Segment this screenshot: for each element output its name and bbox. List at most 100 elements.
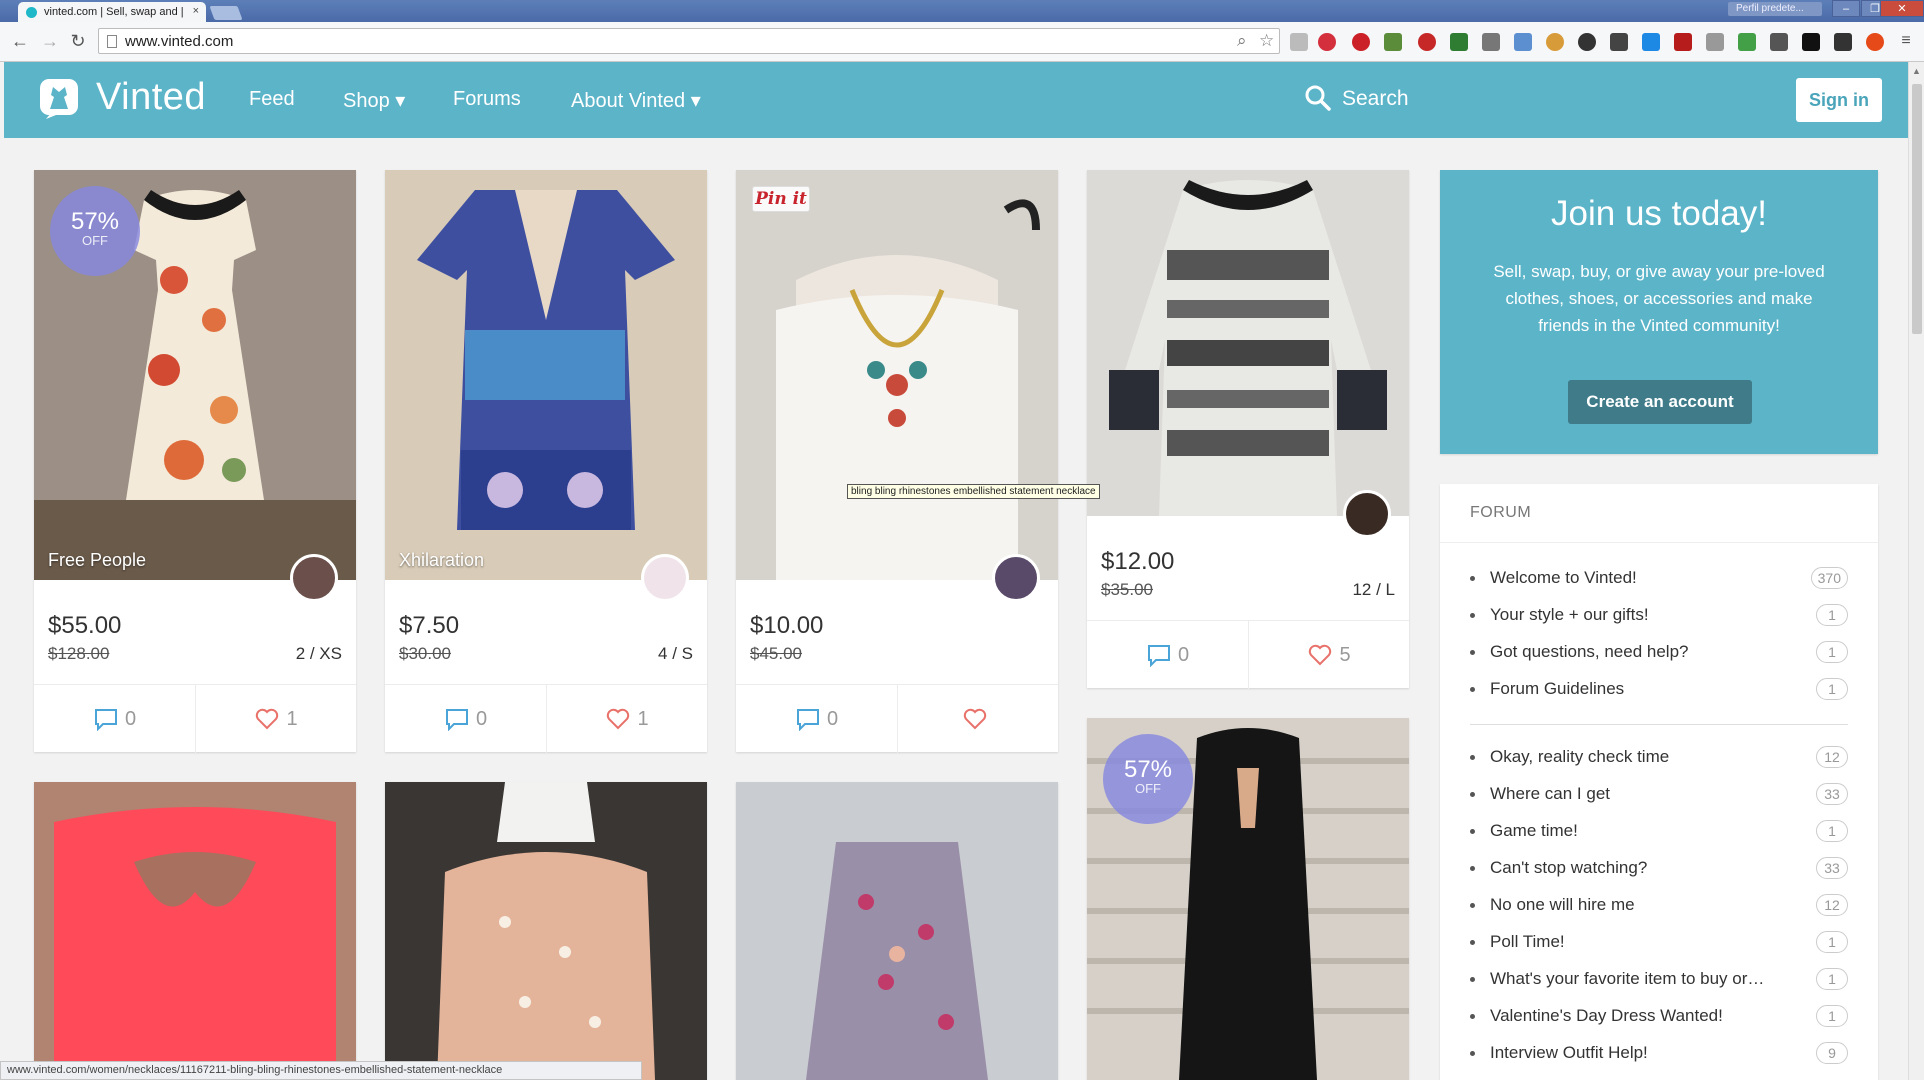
seller-avatar[interactable] bbox=[641, 554, 689, 602]
item-price: $12.00 bbox=[1101, 548, 1175, 575]
nav-about[interactable]: About Vinted ▾ bbox=[571, 88, 701, 113]
window-close-button[interactable]: ✕ bbox=[1880, 0, 1924, 17]
forum-topic[interactable]: Welcome to Vinted! 370 bbox=[1470, 564, 1848, 594]
forum-topic[interactable]: Poll Time! 1 bbox=[1470, 928, 1848, 958]
layers-extension-icon[interactable] bbox=[1770, 33, 1788, 51]
bug-extension-icon[interactable] bbox=[1674, 33, 1692, 51]
reply-count-badge: 1 bbox=[1816, 968, 1848, 990]
item-photo[interactable]: 57% OFF Free People bbox=[34, 170, 356, 580]
address-bar[interactable]: www.vinted.com ⌕ ☆ bbox=[98, 28, 1280, 54]
item-photo[interactable]: Xhilaration bbox=[385, 170, 707, 580]
heart-extension-icon[interactable] bbox=[1318, 33, 1336, 51]
cookie-extension-icon[interactable] bbox=[1546, 33, 1564, 51]
forum-header-divider bbox=[1440, 542, 1878, 543]
forum-topic[interactable]: Your style + our gifts! 1 bbox=[1470, 601, 1848, 631]
seller-avatar[interactable] bbox=[992, 554, 1040, 602]
window-extension-icon[interactable] bbox=[1514, 33, 1532, 51]
item-card[interactable] bbox=[385, 782, 707, 1080]
pin-it-button[interactable]: Pin it bbox=[752, 186, 810, 212]
item-card[interactable]: Xhilaration $7.50 $30.00 4 / S 0 1 bbox=[385, 170, 707, 753]
forum-topic[interactable]: No one will hire me 12 bbox=[1470, 891, 1848, 921]
scrollbar-thumb[interactable] bbox=[1912, 84, 1922, 334]
comment-button[interactable]: 0 bbox=[1087, 621, 1248, 689]
nav-feed[interactable]: Feed bbox=[249, 88, 295, 111]
forum-topic[interactable]: What's your favorite item to buy or… 1 bbox=[1470, 965, 1848, 995]
search-icon[interactable] bbox=[1304, 84, 1332, 112]
create-account-button[interactable]: Create an account bbox=[1568, 380, 1752, 424]
forum-topic[interactable]: Interview Outfit Help! 9 bbox=[1470, 1039, 1848, 1069]
comment-button[interactable]: 0 bbox=[385, 685, 546, 753]
like-button[interactable] bbox=[897, 685, 1058, 753]
forward-icon[interactable]: → bbox=[38, 30, 62, 52]
notification-extension-icon[interactable] bbox=[1418, 33, 1436, 51]
forum-topic[interactable]: Got questions, need help? 1 bbox=[1470, 638, 1848, 668]
item-card[interactable]: $12.00 $35.00 12 / L 0 5 bbox=[1087, 170, 1409, 689]
mail-extension-icon[interactable] bbox=[1610, 33, 1628, 51]
recycle-extension-icon[interactable] bbox=[1482, 33, 1500, 51]
item-card[interactable]: 57% OFF Free People $55.00 $128.00 2 / X… bbox=[34, 170, 356, 753]
forum-topic[interactable]: Okay, reality check time 12 bbox=[1470, 743, 1848, 773]
link-tooltip: bling bling rhinestones embellished stat… bbox=[847, 484, 1100, 499]
minimize-button[interactable]: – bbox=[1832, 0, 1860, 17]
like-button[interactable]: 5 bbox=[1248, 621, 1409, 689]
comment-button[interactable]: 0 bbox=[736, 685, 897, 753]
menu-icon[interactable]: ≡ bbox=[1894, 30, 1918, 52]
sign-in-button[interactable]: Sign in bbox=[1796, 78, 1882, 122]
orange-extension-icon[interactable] bbox=[1866, 33, 1884, 51]
pen-extension-icon[interactable] bbox=[1384, 33, 1402, 51]
item-card[interactable]: 57% OFF bbox=[1087, 718, 1409, 1080]
like-button[interactable]: 1 bbox=[195, 685, 356, 753]
item-photo[interactable] bbox=[385, 782, 707, 1080]
item-brand[interactable]: Free People bbox=[48, 550, 146, 571]
forum-topic[interactable]: Where can I get 33 bbox=[1470, 780, 1848, 810]
item-card[interactable] bbox=[34, 782, 356, 1080]
seller-avatar[interactable] bbox=[290, 554, 338, 602]
item-card[interactable] bbox=[736, 782, 1058, 1080]
nav-shop[interactable]: Shop ▾ bbox=[343, 88, 405, 113]
forum-topic[interactable]: Valentine's Day Dress Wanted! 1 bbox=[1470, 1002, 1848, 1032]
extension-icon[interactable] bbox=[1290, 33, 1308, 51]
pb-extension-icon[interactable] bbox=[1450, 33, 1468, 51]
reply-count-badge: 1 bbox=[1816, 820, 1848, 842]
tools-extension-icon[interactable] bbox=[1706, 33, 1724, 51]
address-url[interactable]: www.vinted.com bbox=[125, 33, 233, 50]
page-scrollbar[interactable]: ▲ bbox=[1908, 62, 1924, 1080]
forum-topic[interactable]: Forum Guidelines 1 bbox=[1470, 675, 1848, 705]
zoom-icon[interactable]: ⌕ bbox=[1237, 31, 1247, 51]
browser-tab[interactable]: vinted.com | Sell, swap and | × bbox=[18, 2, 206, 22]
blocks-extension-icon[interactable] bbox=[1642, 33, 1660, 51]
digg-extension-icon[interactable] bbox=[1802, 33, 1820, 51]
reply-count-badge: 1 bbox=[1816, 604, 1848, 626]
nav-forums[interactable]: Forums bbox=[453, 88, 521, 111]
item-photo[interactable] bbox=[1087, 170, 1409, 516]
pocket-extension-icon[interactable] bbox=[1834, 33, 1852, 51]
pinterest-icon[interactable] bbox=[1352, 33, 1370, 51]
back-icon[interactable]: ← bbox=[8, 30, 32, 52]
item-photo[interactable]: 57% OFF bbox=[1087, 718, 1409, 1080]
like-button[interactable]: 1 bbox=[546, 685, 707, 753]
tab-close-icon[interactable]: × bbox=[193, 5, 199, 17]
item-photo[interactable] bbox=[34, 782, 356, 1080]
vinted-logo-icon[interactable] bbox=[34, 75, 84, 125]
item-card[interactable]: Pin it $10.00 $45.00 0 bbox=[736, 170, 1058, 753]
search-label[interactable]: Search bbox=[1342, 87, 1409, 111]
comment-button[interactable]: 0 bbox=[34, 685, 195, 753]
item-photo[interactable] bbox=[736, 782, 1058, 1080]
forum-topic[interactable]: Can't stop watching? 33 bbox=[1470, 854, 1848, 884]
scroll-up-icon[interactable]: ▲ bbox=[1912, 66, 1921, 76]
dark-extension-icon[interactable] bbox=[1578, 33, 1596, 51]
reload-icon[interactable]: ↻ bbox=[66, 30, 90, 52]
heart-icon bbox=[963, 708, 987, 730]
reply-count-badge: 33 bbox=[1816, 857, 1848, 879]
bookmark-star-icon[interactable]: ☆ bbox=[1259, 31, 1274, 51]
item-old-price: $128.00 bbox=[48, 644, 110, 663]
item-photo[interactable]: Pin it bbox=[736, 170, 1058, 580]
forum-divider bbox=[1470, 724, 1848, 725]
forum-topic[interactable]: Game time! 1 bbox=[1470, 817, 1848, 847]
profile-button[interactable]: Perfil predete... bbox=[1728, 2, 1822, 16]
item-brand[interactable]: Xhilaration bbox=[399, 550, 484, 571]
vinted-logo-text[interactable]: Vinted bbox=[96, 76, 206, 119]
new-tab-button[interactable] bbox=[209, 6, 243, 20]
seller-avatar[interactable] bbox=[1343, 490, 1391, 538]
green-extension-icon[interactable] bbox=[1738, 33, 1756, 51]
